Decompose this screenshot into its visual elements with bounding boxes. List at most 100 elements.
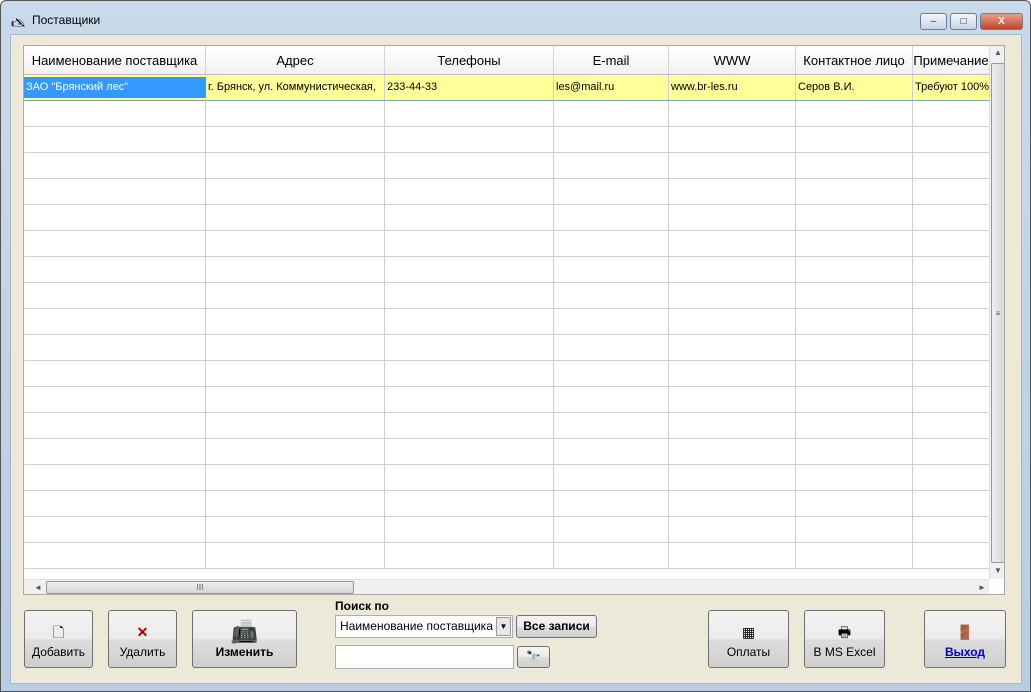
table-cell[interactable] [913,491,990,516]
table-cell[interactable] [554,127,669,152]
minimize-button[interactable]: – [920,13,947,30]
table-cell[interactable] [385,257,554,282]
table-cell[interactable] [385,127,554,152]
table-cell[interactable] [206,387,385,412]
table-cell[interactable] [24,439,206,464]
table-cell[interactable] [24,153,206,178]
table-cell[interactable] [796,127,913,152]
table-cell[interactable] [554,335,669,360]
table-cell[interactable] [206,439,385,464]
table-cell[interactable] [206,491,385,516]
table-cell[interactable] [796,517,913,542]
table-cell[interactable] [913,205,990,230]
table-cell[interactable] [913,387,990,412]
maximize-button[interactable]: □ [950,13,977,30]
table-cell[interactable] [913,127,990,152]
table-cell[interactable] [554,309,669,334]
table-cell[interactable] [24,491,206,516]
table-cell[interactable] [206,283,385,308]
table-cell[interactable] [385,465,554,490]
table-cell[interactable] [206,465,385,490]
table-cell[interactable] [796,309,913,334]
empty-row[interactable] [24,309,990,335]
table-cell[interactable] [385,387,554,412]
table-cell[interactable] [554,153,669,178]
table-cell[interactable] [554,283,669,308]
table-cell[interactable] [206,257,385,282]
table-cell[interactable] [796,387,913,412]
chevron-down-icon[interactable]: ▼ [496,617,511,636]
search-field-select[interactable]: Наименование поставщика ▼ [335,615,513,638]
table-cell[interactable] [669,231,796,256]
horizontal-scroll-thumb[interactable]: III [46,581,354,594]
table-cell[interactable] [796,491,913,516]
table-cell[interactable] [796,283,913,308]
table-cell[interactable] [669,101,796,126]
table-row[interactable]: ЗАО "Брянский лес" г. Брянск, ул. Коммуни… [24,75,990,101]
suppliers-grid[interactable]: Наименование поставщика Адрес Телефоны E-ma… [23,45,1005,595]
table-cell[interactable] [669,491,796,516]
table-cell[interactable] [554,439,669,464]
empty-row[interactable] [24,387,990,413]
close-button[interactable]: X [980,13,1023,30]
table-cell[interactable] [669,413,796,438]
column-header[interactable]: Телефоны [385,46,554,74]
scroll-left-icon[interactable]: ◄ [30,583,46,592]
table-cell[interactable] [669,283,796,308]
scroll-up-icon[interactable]: ▲ [990,48,1004,57]
table-cell[interactable] [385,439,554,464]
empty-row[interactable] [24,517,990,543]
table-cell[interactable]: Серов В.И. [796,75,913,100]
column-header[interactable]: Примечание [913,46,990,74]
table-cell[interactable] [554,543,669,568]
table-cell[interactable] [913,309,990,334]
table-cell[interactable] [913,517,990,542]
table-cell[interactable] [206,231,385,256]
table-cell[interactable] [206,205,385,230]
table-cell[interactable] [206,517,385,542]
table-cell[interactable] [913,465,990,490]
table-cell[interactable] [385,309,554,334]
add-button[interactable]: 🗋 Добавить [24,610,93,668]
table-cell[interactable] [913,257,990,282]
payments-button[interactable]: ▦ Оплаты [708,610,789,668]
table-cell[interactable] [554,101,669,126]
table-cell[interactable] [796,439,913,464]
table-cell[interactable] [796,179,913,204]
table-cell[interactable] [669,309,796,334]
column-header[interactable]: E-mail [554,46,669,74]
table-cell[interactable] [385,101,554,126]
table-cell[interactable] [206,361,385,386]
table-cell[interactable] [554,413,669,438]
empty-row[interactable] [24,413,990,439]
table-cell[interactable] [24,309,206,334]
table-cell[interactable] [669,153,796,178]
table-cell[interactable] [385,543,554,568]
table-cell[interactable] [669,335,796,360]
table-cell[interactable] [206,127,385,152]
table-cell[interactable] [24,335,206,360]
table-cell[interactable] [913,439,990,464]
table-cell[interactable] [385,517,554,542]
table-cell[interactable]: 233-44-33 [385,75,554,100]
table-cell[interactable] [913,179,990,204]
table-cell[interactable] [554,231,669,256]
empty-row[interactable] [24,543,990,569]
table-cell[interactable] [913,361,990,386]
search-input[interactable] [335,645,514,669]
table-cell[interactable] [554,387,669,412]
table-cell[interactable] [796,101,913,126]
table-cell[interactable] [554,491,669,516]
table-cell[interactable] [24,257,206,282]
table-cell[interactable] [24,283,206,308]
table-cell[interactable] [385,153,554,178]
empty-row[interactable] [24,101,990,127]
table-cell[interactable] [796,361,913,386]
table-cell[interactable] [206,543,385,568]
empty-row[interactable] [24,153,990,179]
table-cell[interactable]: г. Брянск, ул. Коммунистическая, [206,75,385,100]
table-cell[interactable] [385,179,554,204]
table-cell[interactable] [554,257,669,282]
empty-row[interactable] [24,465,990,491]
export-excel-button[interactable]: 🖶 В MS Excel [804,610,885,668]
